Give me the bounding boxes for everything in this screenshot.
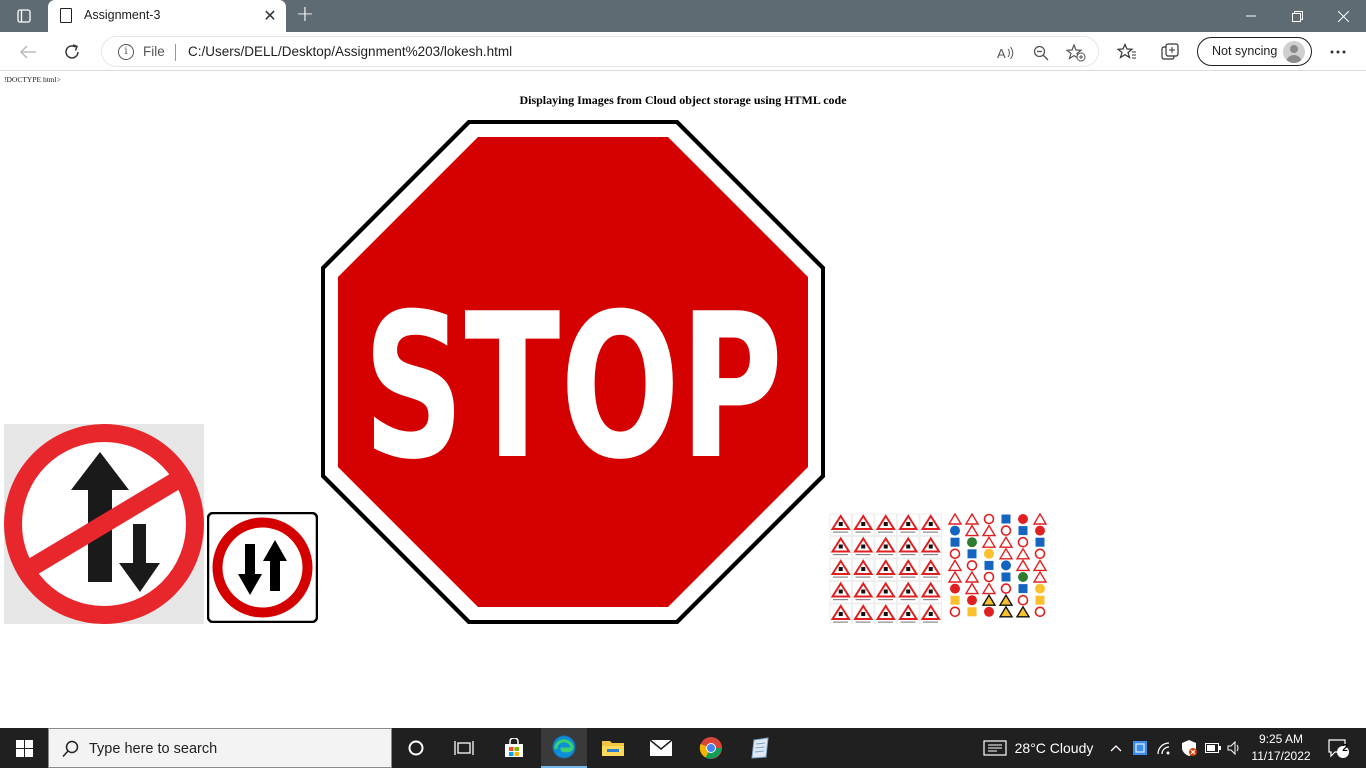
refresh-icon[interactable] (57, 37, 87, 67)
notepad-icon[interactable] (742, 728, 778, 768)
notifications-icon[interactable]: 2 (1320, 728, 1356, 768)
add-favorite-icon[interactable] (1064, 41, 1088, 65)
back-arrow-icon[interactable] (13, 37, 43, 67)
info-icon[interactable]: i (118, 44, 134, 60)
system-clock[interactable]: 9:25 AM 11/17/2022 (1246, 731, 1316, 765)
no-overtaking-sign-image (4, 424, 204, 624)
address-scheme: File (143, 44, 165, 59)
taskbar: Type here to search 28°C Cloudy 9:25 AM … (0, 728, 1366, 768)
cortana-icon[interactable] (398, 728, 434, 768)
road-signs-chart-image (828, 512, 1050, 624)
network-app-icon[interactable] (1129, 728, 1151, 768)
file-explorer-icon[interactable] (595, 728, 631, 768)
tab-actions-icon[interactable] (9, 1, 39, 31)
weather-icon (983, 740, 1007, 756)
web-page: !DOCTYPE html> Displaying Images from Cl… (0, 72, 1366, 728)
taskbar-search[interactable]: Type here to search (48, 728, 392, 768)
chrome-icon[interactable] (693, 728, 729, 768)
collections-icon[interactable] (1156, 37, 1186, 67)
browser-toolbar: i File C:/Users/DELL/Desktop/Assignment%… (0, 32, 1366, 71)
weather-widget[interactable]: 28°C Cloudy (978, 728, 1098, 768)
doctype-text: !DOCTYPE html> (4, 75, 61, 84)
security-shield-icon[interactable] (1178, 728, 1200, 768)
restore-icon[interactable] (1274, 0, 1320, 32)
address-bar[interactable]: i File C:/Users/DELL/Desktop/Assignment%… (101, 36, 1099, 67)
mail-icon[interactable] (643, 728, 679, 768)
read-aloud-icon[interactable]: A (994, 41, 1018, 65)
address-url[interactable]: C:/Users/DELL/Desktop/Assignment%203/lok… (188, 44, 512, 59)
sync-label: Not syncing (1212, 44, 1278, 58)
clock-time: 9:25 AM (1258, 732, 1304, 746)
wifi-icon[interactable] (1154, 728, 1176, 768)
minimize-icon[interactable] (1228, 0, 1274, 32)
profile-sync-button[interactable]: Not syncing (1197, 37, 1312, 66)
chevron-up-icon[interactable] (1106, 728, 1126, 768)
more-menu-icon[interactable] (1323, 37, 1353, 67)
edge-browser-icon[interactable] (541, 728, 587, 768)
zoom-out-icon[interactable] (1029, 41, 1053, 65)
stop-sign-text: STOP (363, 271, 783, 504)
tab-close-icon[interactable]: ✕ (260, 6, 280, 26)
active-tab[interactable]: Assignment-3 ✕ (48, 0, 286, 32)
page-heading: Displaying Images from Cloud object stor… (519, 93, 847, 107)
task-view-icon[interactable] (446, 728, 482, 768)
notification-count: 2 (1342, 743, 1348, 754)
new-tab-icon[interactable]: + (292, 4, 318, 28)
clock-date: 11/17/2022 (1251, 749, 1311, 763)
svg-text:A: A (997, 46, 1006, 61)
address-divider (175, 44, 176, 61)
avatar-icon (1283, 41, 1305, 63)
weather-text: 28°C Cloudy (1014, 740, 1094, 756)
search-placeholder: Type here to search (89, 741, 218, 757)
tab-strip: Assignment-3 ✕ + (0, 0, 1366, 32)
microsoft-store-icon[interactable] (496, 728, 532, 768)
favorites-icon[interactable] (1112, 37, 1142, 67)
windows-start-icon[interactable] (0, 728, 48, 768)
search-icon (62, 740, 79, 758)
close-window-icon[interactable] (1320, 0, 1366, 32)
stop-sign-image: STOP (321, 120, 825, 624)
battery-icon[interactable] (1203, 728, 1223, 768)
tab-title: Assignment-3 (84, 8, 161, 22)
volume-icon[interactable] (1225, 728, 1245, 768)
page-icon (60, 8, 72, 23)
two-way-traffic-sign-image (207, 512, 318, 623)
